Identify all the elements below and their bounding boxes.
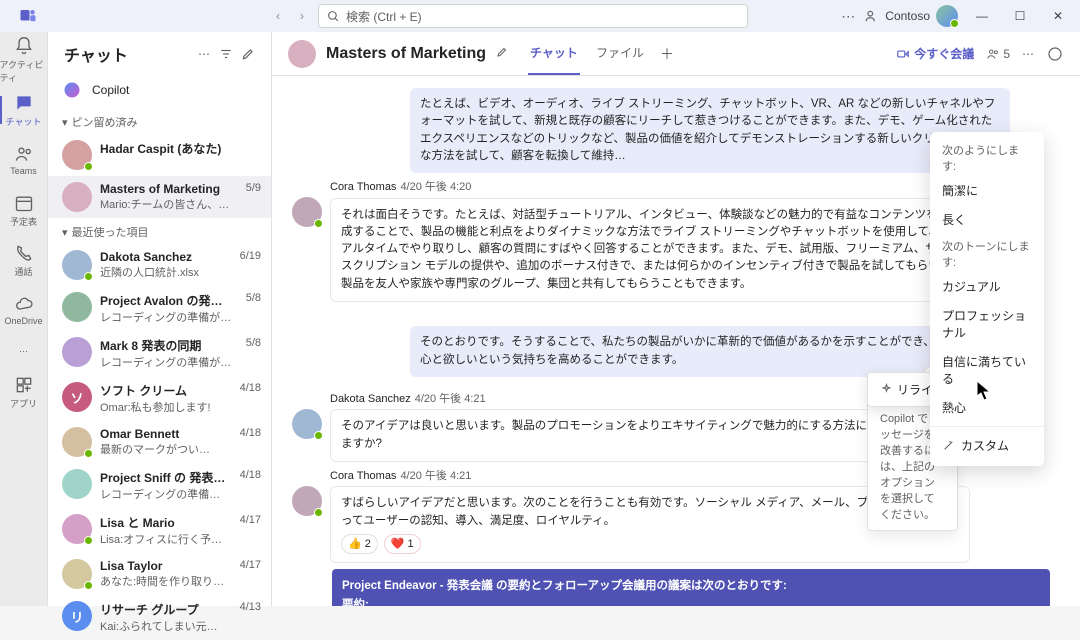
- search-placeholder: 検索 (Ctrl + E): [346, 8, 422, 25]
- chat-item[interactable]: Lisa と MarioLisa:オフィスに行く予定はありますか…4/17: [48, 508, 271, 553]
- message-cora-1[interactable]: Cora Thomas4/20 午後 4:20 それは面白そうです。たとえば、対…: [292, 179, 1010, 302]
- pinned-section[interactable]: ▾ ピン留め済み: [48, 108, 271, 134]
- header-more[interactable]: ⋯: [1022, 47, 1034, 61]
- chat-item-hadar[interactable]: Hadar Caspit (あなた): [48, 134, 271, 176]
- meet-now-button[interactable]: 今すぐ会議: [896, 45, 974, 62]
- rail-onedrive[interactable]: OneDrive: [0, 286, 48, 334]
- search-icon: [327, 10, 340, 23]
- apps-icon: [14, 375, 34, 395]
- title-bar: ‹ › 検索 (Ctrl + E) ⋯ Contoso ― ☐ ✕: [0, 0, 1080, 32]
- chat-item[interactable]: Lisa Taylorあなた:時間を作り取り組んでいます。伝えておくよ…4/17: [48, 553, 271, 595]
- menu-concise[interactable]: 簡潔に: [930, 176, 1044, 205]
- bell-icon: [14, 36, 34, 56]
- window-close[interactable]: ✕: [1044, 2, 1072, 30]
- sent-message[interactable]: たとえば、ビデオ、オーディオ、ライブ ストリーミング、チャットボット、VR、AR…: [410, 88, 1010, 173]
- org-switcher[interactable]: Contoso: [865, 5, 958, 27]
- user-avatar[interactable]: [936, 5, 958, 27]
- search-input[interactable]: 検索 (Ctrl + E): [318, 4, 748, 28]
- menu-enthusiastic[interactable]: 熱心: [930, 393, 1044, 422]
- nav-back[interactable]: ‹: [268, 6, 288, 26]
- chat-item[interactable]: リリサーチ グループKai:ふられてしまい元に戻してはおきますが、これが今夜か……: [48, 595, 271, 640]
- tab-add[interactable]: ＋: [660, 44, 674, 64]
- app-rail: アクティビティ チャット Teams 予定表 通話 OneDrive ⋯ アプリ: [0, 32, 48, 606]
- tab-chat[interactable]: チャット: [528, 32, 580, 75]
- sent-message[interactable]: そのとおりです。そうすることで、私たちの製品がいかに革新的で価値があるかを示すこ…: [410, 326, 1010, 377]
- rail-activity[interactable]: アクティビティ: [0, 36, 48, 84]
- compose-icon[interactable]: [237, 43, 259, 65]
- phone-icon: [14, 243, 34, 263]
- wand-icon: [942, 439, 955, 452]
- chat-item-masters[interactable]: Masters of Marketing Mario:チームの皆さん、こんにちは…: [48, 176, 271, 218]
- menu-casual[interactable]: カジュアル: [930, 272, 1044, 301]
- filter-icon[interactable]: [215, 43, 237, 65]
- chat-item[interactable]: Omar Bennett最新のマークがつい…4/18: [48, 421, 271, 463]
- copilot-entry[interactable]: Copilot: [48, 72, 271, 108]
- titlebar-more[interactable]: ⋯: [841, 8, 855, 25]
- conversation-pane: Masters of Marketing チャット ファイル ＋ 今すぐ会議 5…: [272, 32, 1080, 606]
- window-maximize[interactable]: ☐: [1006, 2, 1034, 30]
- video-icon: [896, 47, 910, 61]
- rail-calendar[interactable]: 予定表: [0, 186, 48, 234]
- recent-section[interactable]: ▾ 最近使った項目: [48, 218, 271, 244]
- rail-apps[interactable]: アプリ: [0, 368, 48, 416]
- menu-professional[interactable]: プロフェッショナル: [930, 301, 1044, 347]
- compose-area[interactable]: Project Endeavor - 発表会議 の要約とフォローアップ会議用の議…: [332, 569, 1050, 606]
- chat-icon: [14, 93, 34, 113]
- people-icon: [986, 47, 1000, 61]
- conversation-avatar: [288, 40, 316, 68]
- menu-longer[interactable]: 長く: [930, 205, 1044, 234]
- menu-group-label: 次のトーンにします:: [930, 234, 1044, 272]
- copilot-header-icon[interactable]: [1046, 45, 1064, 63]
- app-logo: [8, 7, 48, 25]
- adjust-menu: 次のようにします: 簡潔に 長く 次のトーンにします: カジュアル プロフェッシ…: [930, 132, 1044, 466]
- menu-group-label: 次のようにします:: [930, 138, 1044, 176]
- rail-teams[interactable]: Teams: [0, 136, 48, 184]
- chat-list-title: チャット: [64, 42, 193, 66]
- sent-timestamp: 4/20 午後 4:20: [292, 308, 1010, 325]
- chat-item[interactable]: ソソフト クリームOmar:私も参加します!4/18: [48, 376, 271, 421]
- participants-button[interactable]: 5: [986, 47, 1010, 61]
- rail-chat[interactable]: チャット: [0, 86, 48, 134]
- sparkle-icon: [880, 383, 893, 396]
- cloud-icon: [14, 294, 34, 314]
- calendar-icon: [14, 193, 34, 213]
- rail-more[interactable]: ⋯: [0, 336, 48, 366]
- nav-forward[interactable]: ›: [292, 6, 312, 26]
- conversation-title: Masters of Marketing: [326, 45, 486, 63]
- menu-custom[interactable]: カスタム: [930, 431, 1044, 460]
- reaction-heart[interactable]: ❤️ 1: [384, 534, 421, 555]
- chat-item[interactable]: Project Sniff の 発表準備状況のレビューレコーディングの準備ができ…: [48, 463, 271, 508]
- rail-calls[interactable]: 通話: [0, 236, 48, 284]
- chat-item[interactable]: Mark 8 発表の同期レコーディングの準備ができました5/8: [48, 331, 271, 376]
- chat-item[interactable]: Project Avalon の発表準備状況レコーディングの準備ができました5/…: [48, 286, 271, 331]
- teams-icon: [14, 144, 34, 164]
- conversation-header: Masters of Marketing チャット ファイル ＋ 今すぐ会議 5…: [272, 32, 1080, 76]
- compose-text-selected[interactable]: Project Endeavor - 発表会議 の要約とフォローアップ会議用の議…: [332, 569, 1050, 606]
- edit-title-icon[interactable]: [496, 46, 508, 61]
- chat-list-more[interactable]: ⋯: [193, 43, 215, 65]
- menu-confident[interactable]: 自信に満ちている: [930, 347, 1044, 393]
- tab-file[interactable]: ファイル: [594, 32, 646, 75]
- window-minimize[interactable]: ―: [968, 2, 996, 30]
- reaction-like[interactable]: 👍 2: [341, 534, 378, 555]
- chat-item[interactable]: Dakota Sanchez近隣の人口統計.xlsx6/19: [48, 244, 271, 286]
- chat-list-pane: チャット ⋯ Copilot ▾ ピン留め済み Hadar Caspit (あな…: [48, 32, 272, 606]
- copilot-icon: [62, 80, 82, 100]
- people-icon: [865, 9, 879, 23]
